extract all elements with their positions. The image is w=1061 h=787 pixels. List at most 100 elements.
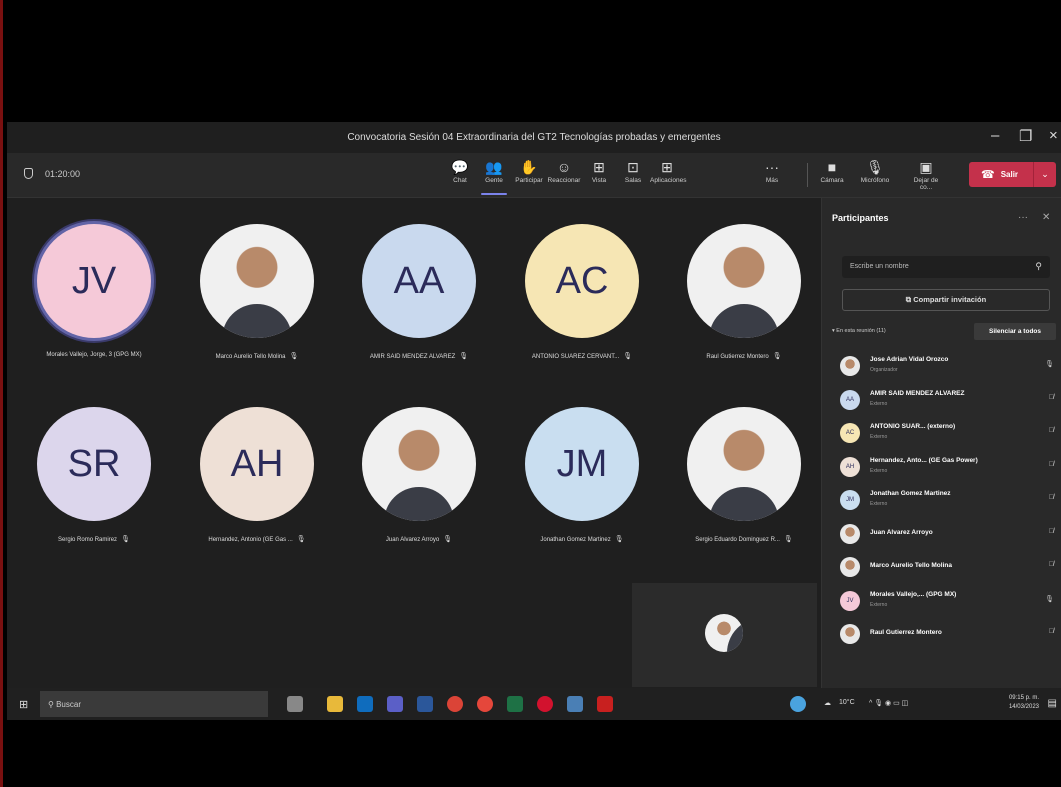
participant-name-row: Marco Aurelio Tello Molina 🎙	[182, 352, 332, 360]
share-invite-button[interactable]: ⧉ Compartir invitación	[842, 289, 1050, 311]
title-bar: Convocatoria Sesión 04 Extraordinaria de…	[7, 122, 1061, 153]
raise-hand-label: Participar	[515, 177, 543, 184]
outlook-icon[interactable]	[357, 696, 373, 712]
microphone-button[interactable]: 🎙 Micrófono	[858, 157, 892, 193]
participant-name: Juan Alvarez Arroyo	[385, 537, 440, 543]
participant-name: Juan Alvarez Arroyo	[870, 528, 933, 536]
people-button[interactable]: 👥 Gente	[477, 157, 511, 195]
participant-tile[interactable]: Marco Aurelio Tello Molina 🎙	[182, 224, 332, 394]
participant-list-item[interactable]: AA AMIR SAID MENDEZ ALVAREZ Externo 🎙̸	[834, 386, 1056, 416]
chrome-alt-icon[interactable]	[477, 696, 493, 712]
participant-tile[interactable]: Raul Gutierrez Montero 🎙	[669, 224, 819, 394]
chevron-down-icon[interactable]: ⌄	[1033, 162, 1056, 187]
mic-off-icon: 🎙	[623, 353, 633, 360]
mic-off-icon: 🎙	[459, 353, 469, 360]
file-explorer-icon[interactable]	[327, 696, 343, 712]
opera-icon[interactable]	[537, 696, 553, 712]
participant-list-item[interactable]: JV Morales Vallejo,... (GPG MX) Externo 🎙	[834, 587, 1056, 617]
participant-list-item[interactable]: AC ANTONIO SUAR... (externo) Externo 🎙̸	[834, 419, 1056, 449]
participant-role: Externo	[870, 434, 888, 440]
participant-tile[interactable]: AC ANTONIO SUAREZ CERVANT... 🎙	[507, 224, 657, 394]
mic-off-icon: 🎙̸	[1048, 527, 1054, 535]
view-label: Vista	[591, 177, 607, 184]
participant-name-row: Juan Alvarez Arroyo 🎙	[344, 535, 494, 543]
cloud-icon: ☁	[824, 700, 831, 707]
tray-icons[interactable]: ^ 🎙 ◉ ▭ ◫	[869, 699, 908, 707]
maximize-button[interactable]: ❐	[1019, 127, 1032, 145]
close-button[interactable]: ×	[1049, 127, 1058, 144]
participant-tile[interactable]: AA AMIR SAID MENDEZ ALVAREZ 🎙	[344, 224, 494, 394]
notes-icon[interactable]	[567, 696, 583, 712]
teams-icon[interactable]	[387, 696, 403, 712]
participant-list-item[interactable]: JM Jonathan Gomez Martinez Externo 🎙̸	[834, 486, 1056, 516]
word-icon[interactable]	[417, 696, 433, 712]
participants-panel: Participantes ··· ✕ Escribe un nombre ⚲ …	[821, 198, 1061, 688]
participant-name-row: Morales Vallejo, Jorge, 3 (GPG MX)	[19, 352, 169, 358]
react-button[interactable]: ☺ Reaccionar	[547, 157, 581, 193]
share-icon: ▣	[919, 159, 933, 175]
mic-off-icon: 🎙	[289, 353, 299, 360]
participant-list-item[interactable]: Juan Alvarez Arroyo 🎙̸	[834, 520, 1056, 550]
rooms-icon: ⊡	[627, 159, 639, 175]
participant-tile[interactable]: JV Morales Vallejo, Jorge, 3 (GPG MX)	[19, 224, 169, 394]
task-view-icon[interactable]	[287, 696, 303, 712]
taskbar-clock[interactable]: 09:15 p. m. 14/03/2023	[1009, 694, 1039, 712]
clock-date: 14/03/2023	[1008, 704, 1039, 710]
more-label: Más	[765, 177, 779, 184]
apps-icon: ⊞	[661, 159, 673, 175]
participant-tile[interactable]: Sergio Eduardo Dominguez R... 🎙	[669, 407, 819, 577]
search-icon: ⚲	[48, 700, 57, 709]
raise-hand-button[interactable]: ✋ Participar	[512, 157, 546, 193]
participant-list-item[interactable]: Marco Aurelio Tello Molina 🎙̸	[834, 553, 1056, 583]
weather-text[interactable]: 10°C	[839, 699, 855, 706]
mute-all-button[interactable]: Silenciar a todos	[974, 323, 1056, 340]
participant-name: Sergio Eduardo Dominguez R...	[695, 537, 780, 543]
camera-button[interactable]: ■ Cámara	[815, 157, 849, 193]
mic-off-icon: 🎙	[783, 536, 793, 543]
participant-tile[interactable]: SR Sergio Romo Ramirez 🎙	[19, 407, 169, 577]
hangup-icon: ☎	[981, 169, 995, 181]
notifications-icon[interactable]: ▤	[1048, 698, 1057, 709]
microphone-label: Micrófono	[860, 177, 890, 184]
camera-icon: ■	[827, 159, 837, 175]
participant-avatar: AH	[840, 456, 860, 477]
participant-avatar: JV	[840, 590, 860, 611]
view-button[interactable]: ⊞ Vista	[582, 157, 616, 193]
participant-list-item[interactable]: Raul Gutierrez Montero 🎙̸	[834, 620, 1056, 650]
close-panel-icon[interactable]: ✕	[1042, 212, 1050, 223]
participant-list-item[interactable]: AH Hernandez, Anto... (GE Gas Power) Exter…	[834, 453, 1056, 483]
participant-search-input[interactable]: Escribe un nombre ⚲	[842, 256, 1050, 278]
participant-role: Externo	[870, 601, 888, 608]
self-view[interactable]	[632, 583, 817, 687]
participant-name: AMIR SAID MENDEZ ALVAREZ	[369, 354, 456, 360]
participant-name: Jonathan Gomez Martinez	[540, 537, 611, 543]
rooms-button[interactable]: ⊡ Salas	[616, 157, 650, 193]
chrome-icon[interactable]	[447, 696, 463, 712]
participant-name: Sergio Romo Ramirez	[58, 537, 118, 543]
windows-start-icon[interactable]: ⊞	[19, 698, 28, 711]
participant-photo	[687, 224, 801, 338]
participant-initials-avatar: AH	[200, 407, 314, 521]
taskbar-search-input[interactable]: ⚲ Buscar	[40, 691, 268, 717]
more-button[interactable]: ··· Más	[755, 157, 789, 193]
mic-off-icon: 🎙̸	[1048, 561, 1054, 568]
more-options-icon[interactable]: ···	[1018, 212, 1028, 223]
participant-tile[interactable]: AH Hernandez, Antonio (GE Gas ... 🎙	[182, 407, 332, 577]
participant-name: Hernandez, Anto... (GE Gas Power)	[870, 456, 978, 464]
mic-off-icon: 🎙	[772, 353, 782, 360]
share-button[interactable]: ▣ Dejar de co...	[909, 157, 943, 193]
in-meeting-section[interactable]: ▾ En esta reunión (11)	[832, 328, 886, 334]
participant-tile[interactable]: Juan Alvarez Arroyo 🎙	[344, 407, 494, 577]
acrobat-icon[interactable]	[597, 696, 613, 712]
participant-tile[interactable]: JM Jonathan Gomez Martinez 🎙	[507, 407, 657, 577]
settings-icon[interactable]	[790, 696, 806, 712]
apps-button[interactable]: ⊞ Aplicaciones	[650, 157, 687, 193]
participant-avatar	[840, 557, 860, 577]
chat-button[interactable]: 💬 Chat	[443, 157, 477, 193]
participant-list-item[interactable]: Jose Adrian Vidal Orozco Organizador 🎙	[834, 352, 1056, 382]
minimize-button[interactable]: –	[991, 127, 999, 144]
excel-icon[interactable]	[507, 696, 523, 712]
panel-title: Participantes	[832, 213, 889, 223]
participant-avatar: AC	[840, 423, 860, 443]
leave-button[interactable]: ☎ Salir ⌄	[969, 162, 1056, 187]
